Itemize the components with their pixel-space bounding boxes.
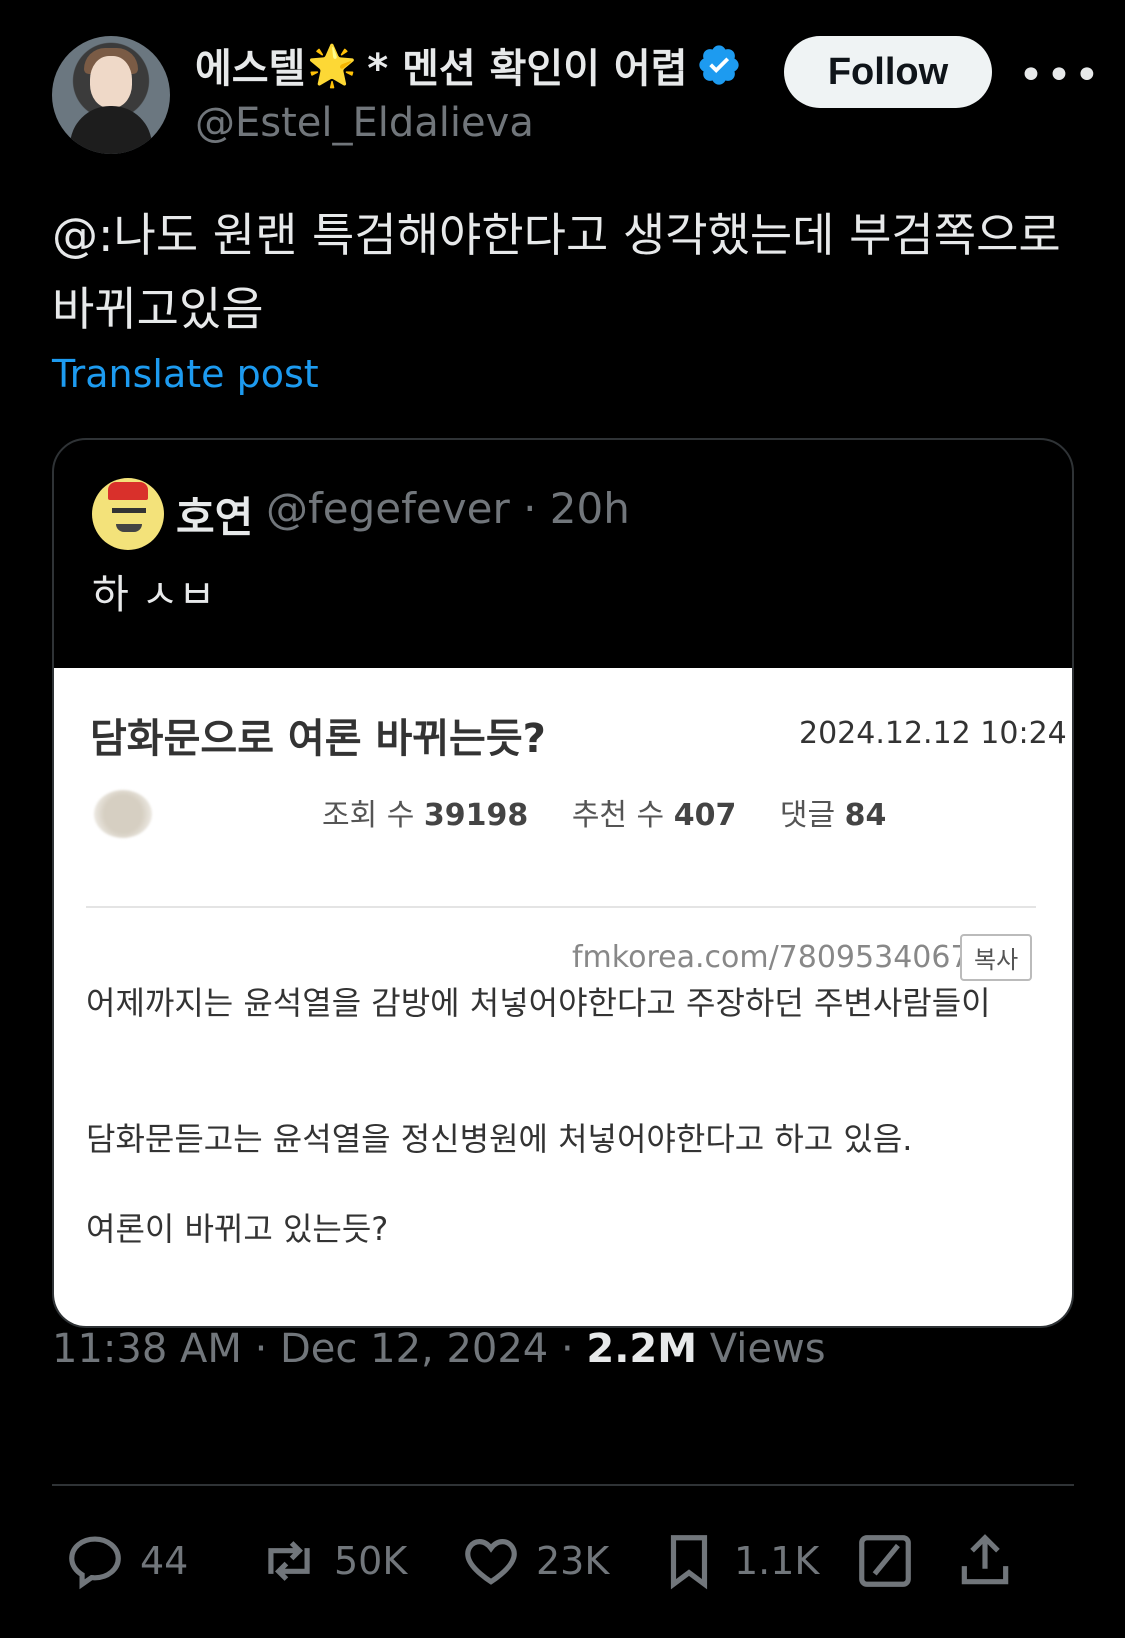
star-emoji-icon: 🌟 [307, 42, 358, 89]
recs-value: 407 [673, 798, 737, 833]
bookmark-button[interactable]: 1.1K [658, 1530, 819, 1592]
views-value: 39198 [423, 798, 529, 833]
share-icon [961, 1534, 1009, 1585]
author-display-name: 에스텔 [195, 46, 306, 92]
bookmark-count: 1.1K [734, 1539, 820, 1583]
comments-value: 84 [844, 798, 887, 833]
screenshot-stats: 조회 수 39198 추천 수 407 댓글 84 [322, 790, 920, 834]
screenshot-avatar [94, 790, 152, 838]
reply-icon [69, 1536, 121, 1590]
screenshot-copy-button: 복사 [960, 934, 1033, 981]
like-button[interactable]: 23K [460, 1530, 609, 1592]
views-label: 조회 수 [322, 798, 415, 833]
screenshot-body-3: 여론이 바뀌고 있는듯? [86, 1210, 389, 1248]
heart-icon [465, 1539, 517, 1585]
share-button[interactable] [954, 1530, 1030, 1592]
author-avatar[interactable] [52, 36, 170, 154]
screenshot-divider [86, 906, 1036, 908]
bookmark-icon [670, 1535, 708, 1590]
quote-author-avatar[interactable] [92, 478, 164, 550]
views-label: Views [697, 1326, 826, 1372]
author-name[interactable]: 에스텔 🌟 * 멘션 확인이 어렵 [195, 36, 742, 94]
post-timestamp[interactable]: 11:38 AM · Dec 12, 2024 · 2.2M Views [52, 1326, 826, 1372]
screenshot-title: 담화문으로 여론 바뀌는듯? [90, 716, 546, 762]
reply-count: 44 [140, 1539, 189, 1583]
author-handle[interactable]: @Estel_Eldalieva [195, 100, 534, 146]
repost-icon [268, 1541, 310, 1581]
post-text: @:나도 원랜 특검해야한다고 생각했는데 부검쪽으로 바뀌고있음 [52, 208, 1061, 336]
grok-icon [859, 1535, 911, 1587]
reply-button[interactable]: 44 [64, 1530, 188, 1592]
repost-button[interactable]: 50K [258, 1530, 407, 1592]
quote-author-meta: @fegefever · 20h [266, 484, 630, 533]
like-count: 23K [536, 1539, 610, 1583]
author-name-suffix: * 멘션 확인이 어렵 [367, 46, 688, 92]
follow-button[interactable]: Follow [784, 36, 992, 108]
more-options-icon[interactable]: ••• [1018, 50, 1102, 101]
view-count: 2.2M [586, 1326, 698, 1372]
grok-button[interactable] [854, 1530, 930, 1592]
comments-label: 댓글 [779, 798, 836, 833]
post-time: 11:38 AM · Dec 12, 2024 · [52, 1326, 587, 1372]
translate-post-link[interactable]: Translate post [52, 352, 319, 396]
quote-image[interactable]: 담화문으로 여론 바뀌는듯? 2024.12.12 10:24 조회 수 391… [54, 668, 1072, 1326]
screenshot-date: 2024.12.12 10:24 [799, 716, 1067, 751]
screenshot-url: fmkorea.com/7809534067 [572, 940, 970, 975]
quote-text: 하 ㅅㅂ [92, 572, 216, 618]
screenshot-body-1: 어제까지는 윤석열을 감방에 처넣어야한다고 주장하던 주변사람들이 [86, 984, 991, 1022]
screenshot-body-2: 담화문듣고는 윤석열을 정신병원에 처넣어야한다고 하고 있음. [86, 1120, 913, 1158]
quote-author-name[interactable]: 호연 [176, 484, 253, 545]
verified-badge-icon [698, 45, 739, 85]
repost-count: 50K [334, 1539, 408, 1583]
divider [52, 1484, 1074, 1486]
recs-label: 추천 수 [571, 798, 665, 833]
quoted-post[interactable]: 호연 @fegefever · 20h 하 ㅅㅂ 담화문으로 여론 바뀌는듯? … [52, 438, 1074, 1328]
